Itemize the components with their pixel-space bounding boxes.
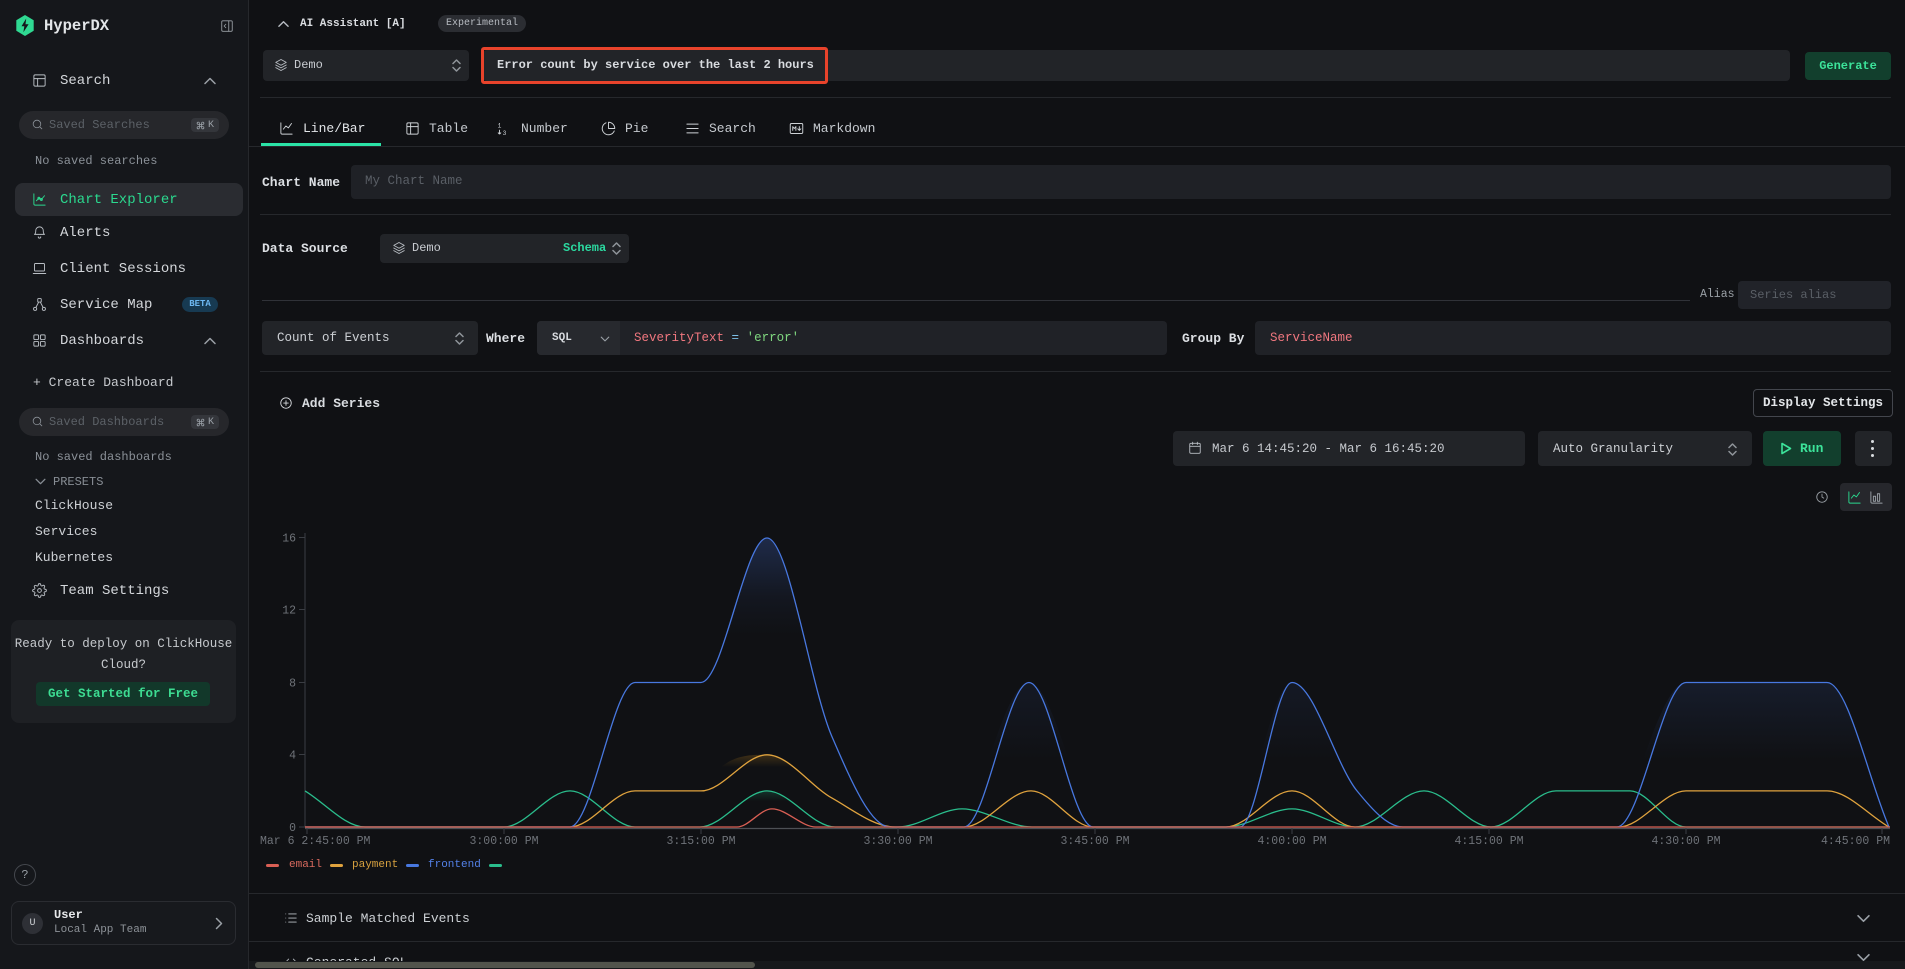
svg-text:16: 16 xyxy=(282,533,296,546)
svg-text:4:30:00 PM: 4:30:00 PM xyxy=(1651,835,1720,848)
svg-text:4:15:00 PM: 4:15:00 PM xyxy=(1454,835,1523,848)
svg-text:1: 1 xyxy=(498,122,502,129)
svg-text:3:00:00 PM: 3:00:00 PM xyxy=(469,835,538,848)
svg-text:12: 12 xyxy=(282,605,296,618)
svg-text:3:45:00 PM: 3:45:00 PM xyxy=(1060,835,1129,848)
svg-text:4:00:00 PM: 4:00:00 PM xyxy=(1257,835,1326,848)
svg-text:4:45:00 PM: 4:45:00 PM xyxy=(1821,835,1890,848)
svg-text:8: 8 xyxy=(289,678,296,691)
svg-text:0: 0 xyxy=(289,822,296,835)
svg-text:3: 3 xyxy=(503,130,507,136)
svg-text:3:30:00 PM: 3:30:00 PM xyxy=(863,835,932,848)
svg-text:Mar 6 2:45:00 PM: Mar 6 2:45:00 PM xyxy=(260,835,371,848)
svg-text:3:15:00 PM: 3:15:00 PM xyxy=(666,835,735,848)
svg-text:4: 4 xyxy=(289,750,296,763)
